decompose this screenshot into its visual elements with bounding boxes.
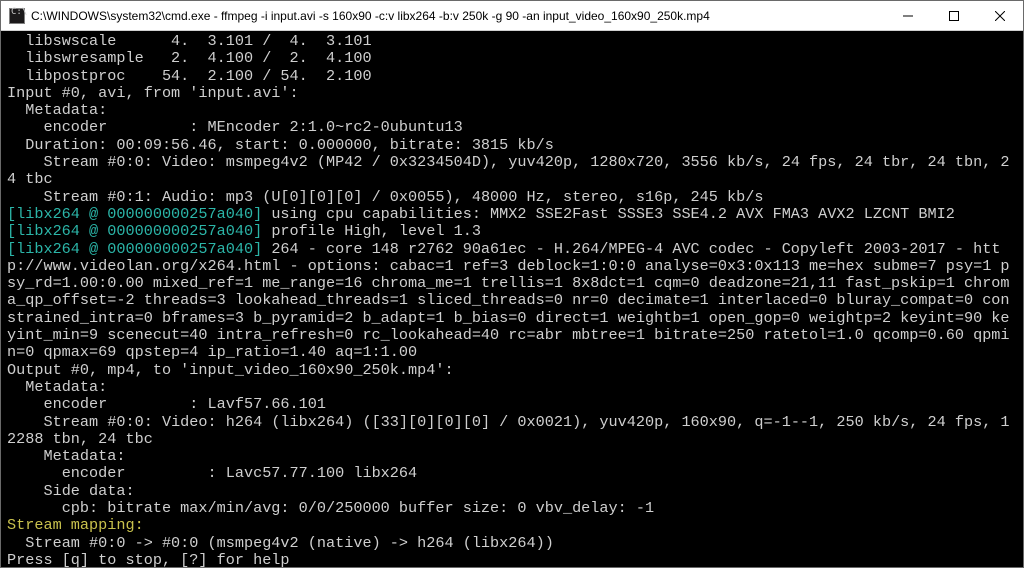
out-line: using cpu capabilities: MMX2 SSE2Fast SS… [271, 205, 955, 223]
maximize-button[interactable] [931, 1, 977, 30]
libx264-tag: [libx264 @ 000000000257a040] [7, 240, 271, 258]
libx264-tag: [libx264 @ 000000000257a040] [7, 205, 271, 223]
out-line: 264 - core 148 r2762 90a61ec - H.264/MPE… [7, 240, 1010, 362]
out-line: Stream #0:0: Video: msmpeg4v2 (MP42 / 0x… [7, 153, 1010, 188]
cmd-window: C:\ C:\WINDOWS\system32\cmd.exe - ffmpeg… [0, 0, 1024, 568]
out-line: Stream #0:0 -> #0:0 (msmpeg4v2 (native) … [7, 534, 554, 552]
out-line: Press [q] to stop, [?] for help [7, 551, 290, 567]
libx264-tag: [libx264 @ 000000000257a040] [7, 222, 271, 240]
out-line: Output #0, mp4, to 'input_video_160x90_2… [7, 361, 454, 379]
terminal-area[interactable]: libswscale 4. 3.101 / 4. 3.101 libswresa… [1, 31, 1023, 567]
close-button[interactable] [977, 1, 1023, 30]
out-line: cpb: bitrate max/min/avg: 0/0/250000 buf… [7, 499, 654, 517]
out-line: Metadata: [7, 101, 107, 119]
out-line: Stream #0:1: Audio: mp3 (U[0][0][0] / 0x… [7, 188, 763, 206]
out-line: encoder : Lavf57.66.101 [7, 395, 326, 413]
out-line: Metadata: [7, 447, 126, 465]
out-line: Duration: 00:09:56.46, start: 0.000000, … [7, 136, 554, 154]
out-line: Side data: [7, 482, 135, 500]
out-line: libswscale 4. 3.101 / 4. 3.101 [7, 32, 372, 50]
window-title: C:\WINDOWS\system32\cmd.exe - ffmpeg -i … [31, 9, 885, 23]
out-line: Stream #0:0: Video: h264 (libx264) ([33]… [7, 413, 1010, 448]
out-line: Stream mapping: [7, 516, 144, 534]
out-line: libswresample 2. 4.100 / 2. 4.100 [7, 49, 372, 67]
terminal-output: libswscale 4. 3.101 / 4. 3.101 libswresa… [7, 33, 1017, 567]
out-line: encoder : Lavc57.77.100 libx264 [7, 464, 417, 482]
titlebar[interactable]: C:\ C:\WINDOWS\system32\cmd.exe - ffmpeg… [1, 1, 1023, 31]
cmd-icon: C:\ [9, 8, 25, 24]
minimize-button[interactable] [885, 1, 931, 30]
out-line: Input #0, avi, from 'input.avi': [7, 84, 299, 102]
out-line: Metadata: [7, 378, 107, 396]
out-line: encoder : MEncoder 2:1.0~rc2-0ubuntu13 [7, 118, 463, 136]
out-line: profile High, level 1.3 [271, 222, 481, 240]
out-line: libpostproc 54. 2.100 / 54. 2.100 [7, 67, 372, 85]
